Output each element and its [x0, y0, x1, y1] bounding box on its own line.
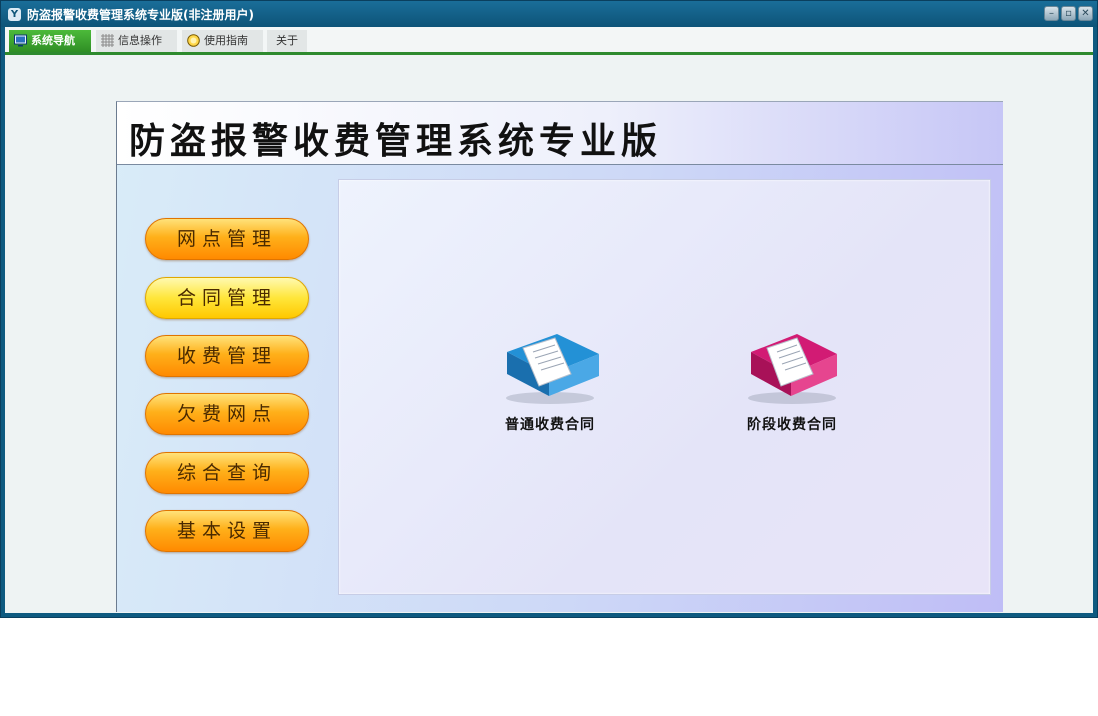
banner-title: 防盗报警收费管理系统专业版 [129, 120, 663, 162]
staged-fee-contract-label: 阶段收费合同 [747, 417, 837, 433]
outlet-management-button[interactable]: 网点管理 [145, 218, 309, 260]
navigation-panel: 防盗报警收费管理系统专业版 网点管理 合同管理 收费管理 欠费网点 综合查询 基… [116, 101, 1003, 612]
standard-fee-contract-label: 普通收费合同 [505, 417, 595, 433]
window-controls: – ▫ ✕ [1044, 6, 1093, 21]
client-area: 系统导航 信息操作 使用指南 关于 防盗报警收费管理系统专业版 网点管理 合同管… [5, 27, 1093, 613]
banner: 防盗报警收费管理系统专业版 [117, 102, 1003, 165]
restore-icon[interactable]: ▫ [1061, 6, 1076, 21]
fee-management-button[interactable]: 收费管理 [145, 335, 309, 377]
app-logo-icon: Y [8, 8, 21, 21]
grid-icon [101, 34, 114, 47]
staged-fee-contract-item[interactable]: 阶段收费合同 [717, 326, 867, 434]
help-globe-icon [187, 34, 200, 47]
tab-bar: 系统导航 信息操作 使用指南 关于 [5, 27, 1093, 55]
minimize-icon[interactable]: – [1044, 6, 1059, 21]
basic-settings-button[interactable]: 基本设置 [145, 510, 309, 552]
tab-label: 使用指南 [204, 34, 248, 47]
pink-contract-book-icon [748, 334, 837, 404]
contract-management-button[interactable]: 合同管理 [145, 277, 309, 319]
standard-fee-contract-item[interactable]: 普通收费合同 [475, 326, 625, 434]
tab-label: 信息操作 [118, 34, 162, 47]
tab-system-navigation[interactable]: 系统导航 [9, 30, 91, 52]
content-area: 普通收费合同 阶段收费合同 [338, 179, 991, 595]
window-title: 防盗报警收费管理系统专业版(非注册用户) [27, 8, 254, 22]
tab-about[interactable]: 关于 [267, 30, 307, 52]
arrears-outlets-button[interactable]: 欠费网点 [145, 393, 309, 435]
blue-contract-book-icon [506, 334, 599, 404]
monitor-icon [14, 34, 27, 47]
tab-label: 关于 [276, 34, 298, 47]
close-icon[interactable]: ✕ [1078, 6, 1093, 21]
app-window: Y 防盗报警收费管理系统专业版(非注册用户) – ▫ ✕ 系统导航 信息操作 使… [0, 0, 1098, 618]
tab-info-operation[interactable]: 信息操作 [96, 30, 177, 52]
title-bar[interactable]: Y 防盗报警收费管理系统专业版(非注册用户) – ▫ ✕ [1, 1, 1097, 27]
tab-label: 系统导航 [31, 34, 75, 47]
comprehensive-query-button[interactable]: 综合查询 [145, 452, 309, 494]
tab-user-guide[interactable]: 使用指南 [182, 30, 263, 52]
